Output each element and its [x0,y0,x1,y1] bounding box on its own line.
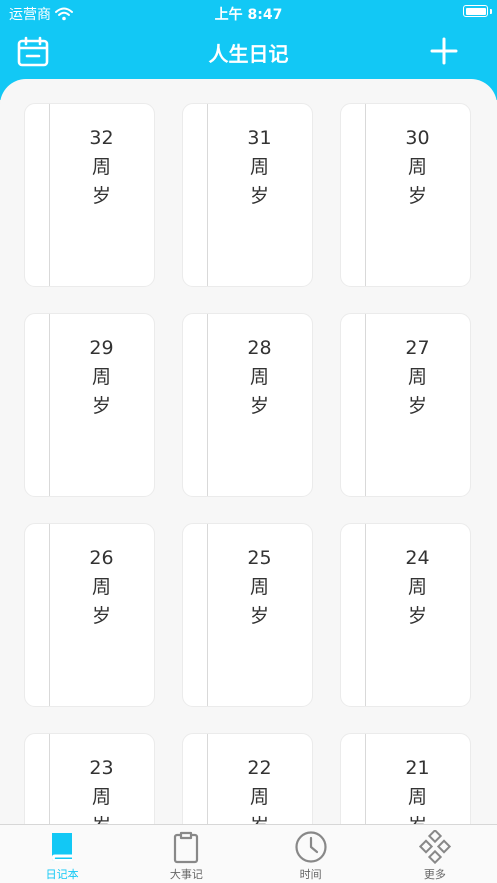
tab-bar: 日记本 大事记 时间 更多 [0,824,497,883]
diary-card[interactable]: 29 周 岁 [24,313,155,497]
age-line2: 岁 [91,605,111,627]
age-line1: 周 [249,576,269,598]
diary-list[interactable]: 32 周 岁 31 周 岁 30 周 岁 29 周 岁 28 周 岁 27 周 … [0,79,497,824]
age-number: 23 [89,757,114,779]
tab-label: 日记本 [45,868,79,881]
calendar-icon[interactable] [16,36,50,68]
age-line2: 岁 [249,185,269,207]
card-text: 23 周 岁 [49,754,154,824]
card-text: 32 周 岁 [49,124,154,211]
age-line1: 周 [91,156,111,178]
card-text: 31 周 岁 [207,124,312,211]
tab-label: 大事记 [169,868,203,881]
age-line1: 周 [249,786,269,808]
age-number: 29 [89,337,114,359]
card-text: 24 周 岁 [365,544,470,631]
diary-card[interactable]: 25 周 岁 [182,523,313,707]
diary-card[interactable]: 31 周 岁 [182,103,313,287]
age-line1: 周 [249,366,269,388]
age-number: 26 [89,547,114,569]
diary-card[interactable]: 26 周 岁 [24,523,155,707]
tab-more[interactable]: 更多 [373,825,497,883]
diary-card[interactable]: 22 周 岁 [182,733,313,824]
age-line2: 岁 [250,812,269,824]
diamond-grid-icon [418,830,451,864]
battery-nub [490,9,492,14]
age-line1: 周 [407,576,427,598]
age-number: 31 [247,127,272,149]
age-line2: 岁 [408,812,427,824]
clipboard-icon [174,831,199,864]
age-line1: 周 [249,156,269,178]
diary-card[interactable]: 28 周 岁 [182,313,313,497]
age-line2: 岁 [407,395,427,417]
age-number: 32 [89,127,114,149]
age-line2: 岁 [91,395,111,417]
tab-diary[interactable]: 日记本 [0,825,124,883]
tab-label: 时间 [299,868,322,881]
age-line1: 周 [407,786,427,808]
age-number: 22 [247,757,272,779]
age-line1: 周 [407,366,427,388]
age-number: 30 [405,127,430,149]
tab-events[interactable]: 大事记 [124,825,248,883]
diary-card[interactable]: 30 周 岁 [340,103,471,287]
tab-label: 更多 [423,868,446,881]
diary-grid: 32 周 岁 31 周 岁 30 周 岁 29 周 岁 28 周 岁 27 周 … [24,103,472,824]
age-line1: 周 [407,156,427,178]
age-number: 28 [247,337,272,359]
age-line2: 岁 [92,812,111,824]
card-text: 27 周 岁 [365,334,470,421]
card-text: 25 周 岁 [207,544,312,631]
age-line2: 岁 [249,605,269,627]
plus-icon[interactable] [429,36,459,66]
diary-card[interactable]: 23 周 岁 [24,733,155,824]
card-text: 29 周 岁 [49,334,154,421]
age-number: 27 [405,337,430,359]
clock-icon [295,831,327,863]
age-line2: 岁 [249,395,269,417]
card-text: 30 周 岁 [365,124,470,211]
status-time: 上午 8:47 [214,7,283,23]
page-title: 人生日记 [208,42,289,66]
age-line1: 周 [91,576,111,598]
diary-card[interactable]: 32 周 岁 [24,103,155,287]
age-line1: 周 [91,366,111,388]
card-text: 28 周 岁 [207,334,312,421]
age-number: 24 [405,547,430,569]
book-icon [52,833,73,861]
diary-card[interactable]: 21 周 岁 [340,733,471,824]
card-text: 21 周 岁 [365,754,470,824]
card-text: 26 周 岁 [49,544,154,631]
diary-card[interactable]: 24 周 岁 [340,523,471,707]
diary-card[interactable]: 27 周 岁 [340,313,471,497]
card-text: 22 周 岁 [207,754,312,824]
age-number: 21 [405,757,430,779]
tab-time[interactable]: 时间 [249,825,373,883]
age-number: 25 [247,547,272,569]
battery-icon [463,5,488,17]
age-line2: 岁 [91,185,111,207]
age-line1: 周 [91,786,111,808]
status-bar: 运营商 上午 8:47 [0,0,497,26]
age-line2: 岁 [407,185,427,207]
age-line2: 岁 [407,605,427,627]
